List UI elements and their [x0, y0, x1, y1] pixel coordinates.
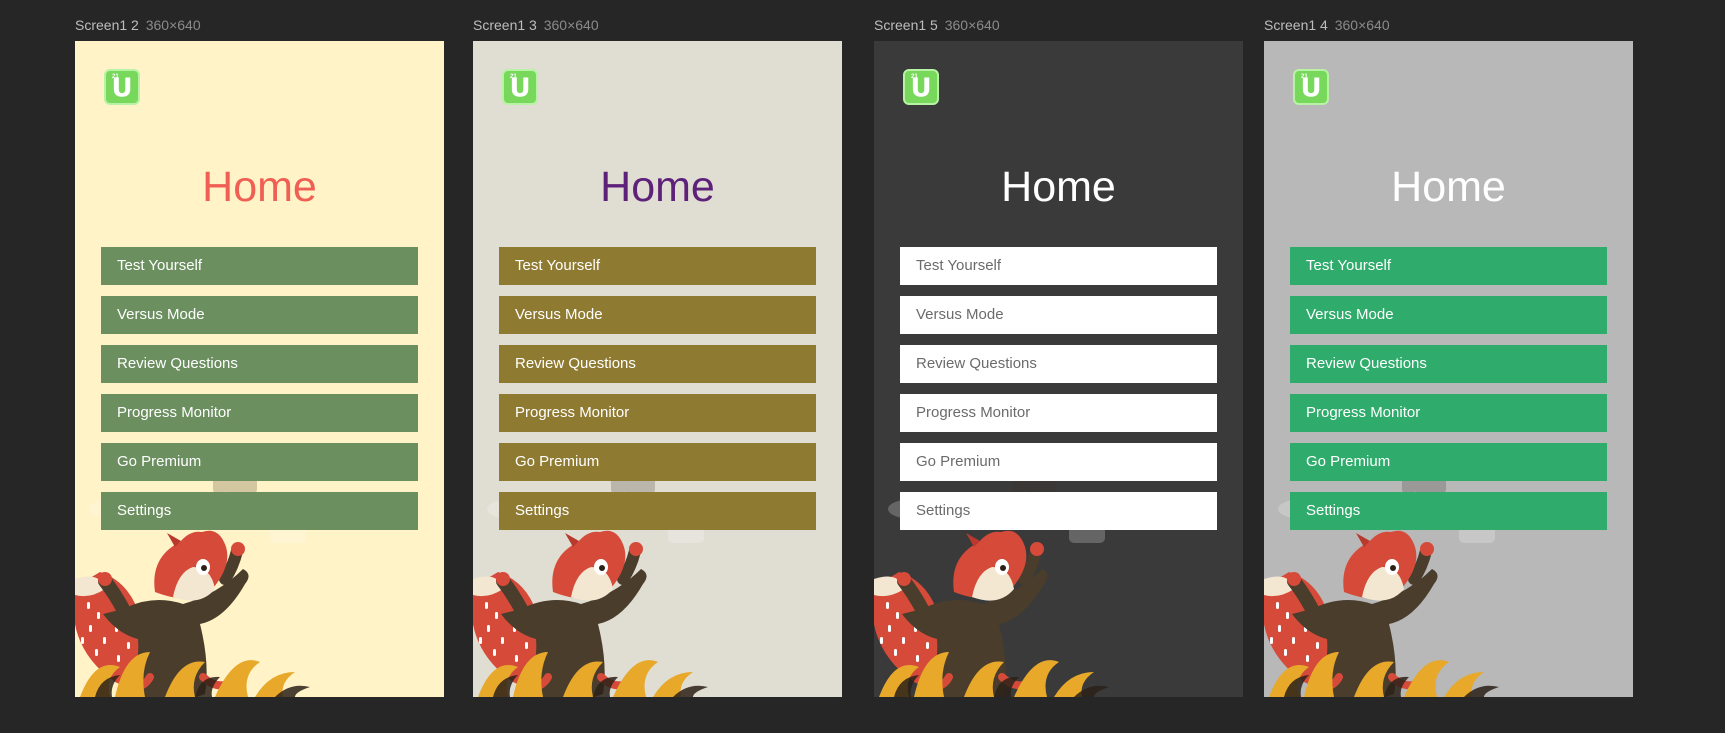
- artboard-name: Screen1 4: [1264, 17, 1328, 33]
- artboard-name: Screen1 5: [874, 17, 938, 33]
- main-menu: Test Yourself Versus Mode Review Questio…: [900, 247, 1217, 541]
- review-questions-button[interactable]: Review Questions: [1290, 345, 1607, 383]
- test-yourself-button[interactable]: Test Yourself: [900, 247, 1217, 285]
- progress-monitor-button[interactable]: Progress Monitor: [900, 394, 1217, 432]
- main-menu: Test Yourself Versus Mode Review Questio…: [499, 247, 816, 541]
- review-questions-button[interactable]: Review Questions: [101, 345, 418, 383]
- artboard-size: 360×640: [944, 17, 1000, 33]
- go-premium-button[interactable]: Go Premium: [499, 443, 816, 481]
- settings-button[interactable]: Settings: [101, 492, 418, 530]
- settings-button[interactable]: Settings: [499, 492, 816, 530]
- artboard-name: Screen1 3: [473, 17, 537, 33]
- logo-glyph: U: [1300, 73, 1322, 104]
- logo-glyph: U: [509, 73, 531, 104]
- artboard-size: 360×640: [543, 17, 599, 33]
- go-premium-button[interactable]: Go Premium: [1290, 443, 1607, 481]
- settings-button[interactable]: Settings: [1290, 492, 1607, 530]
- phone-screen: 21 U Home Test Yourself Versus Mode Revi…: [473, 41, 842, 697]
- test-yourself-button[interactable]: Test Yourself: [1290, 247, 1607, 285]
- versus-mode-button[interactable]: Versus Mode: [101, 296, 418, 334]
- u-app-logo-icon[interactable]: 21 U: [1293, 69, 1329, 105]
- settings-button[interactable]: Settings: [900, 492, 1217, 530]
- artboard-label[interactable]: Screen1 2 360×640: [75, 17, 201, 33]
- u-app-logo-icon[interactable]: 21 U: [502, 69, 538, 105]
- versus-mode-button[interactable]: Versus Mode: [900, 296, 1217, 334]
- artboard-size: 360×640: [145, 17, 201, 33]
- test-yourself-button[interactable]: Test Yourself: [101, 247, 418, 285]
- page-title: Home: [600, 163, 715, 211]
- phone-screen: 21 U Home Test Yourself Versus Mode Revi…: [1264, 41, 1633, 697]
- logo-glyph: U: [910, 73, 932, 104]
- review-questions-button[interactable]: Review Questions: [499, 345, 816, 383]
- main-menu: Test Yourself Versus Mode Review Questio…: [1290, 247, 1607, 541]
- progress-monitor-button[interactable]: Progress Monitor: [1290, 394, 1607, 432]
- versus-mode-button[interactable]: Versus Mode: [499, 296, 816, 334]
- artboard-label[interactable]: Screen1 3 360×640: [473, 17, 599, 33]
- progress-monitor-button[interactable]: Progress Monitor: [101, 394, 418, 432]
- page-title: Home: [1391, 163, 1506, 211]
- go-premium-button[interactable]: Go Premium: [101, 443, 418, 481]
- page-title: Home: [202, 163, 317, 211]
- main-menu: Test Yourself Versus Mode Review Questio…: [101, 247, 418, 541]
- versus-mode-button[interactable]: Versus Mode: [1290, 296, 1607, 334]
- u-app-logo-icon[interactable]: 21 U: [104, 69, 140, 105]
- artboard-size: 360×640: [1334, 17, 1390, 33]
- phone-screen: 21 U Home Test Yourself Versus Mode Revi…: [75, 41, 444, 697]
- u-app-logo-icon[interactable]: 21 U: [903, 69, 939, 105]
- artboard-label[interactable]: Screen1 4 360×640: [1264, 17, 1390, 33]
- page-title: Home: [1001, 163, 1116, 211]
- go-premium-button[interactable]: Go Premium: [900, 443, 1217, 481]
- logo-glyph: U: [111, 73, 133, 104]
- artboard-label[interactable]: Screen1 5 360×640: [874, 17, 1000, 33]
- phone-screen: 21 U Home Test Yourself Versus Mode Revi…: [874, 41, 1243, 697]
- progress-monitor-button[interactable]: Progress Monitor: [499, 394, 816, 432]
- artboard-name: Screen1 2: [75, 17, 139, 33]
- test-yourself-button[interactable]: Test Yourself: [499, 247, 816, 285]
- review-questions-button[interactable]: Review Questions: [900, 345, 1217, 383]
